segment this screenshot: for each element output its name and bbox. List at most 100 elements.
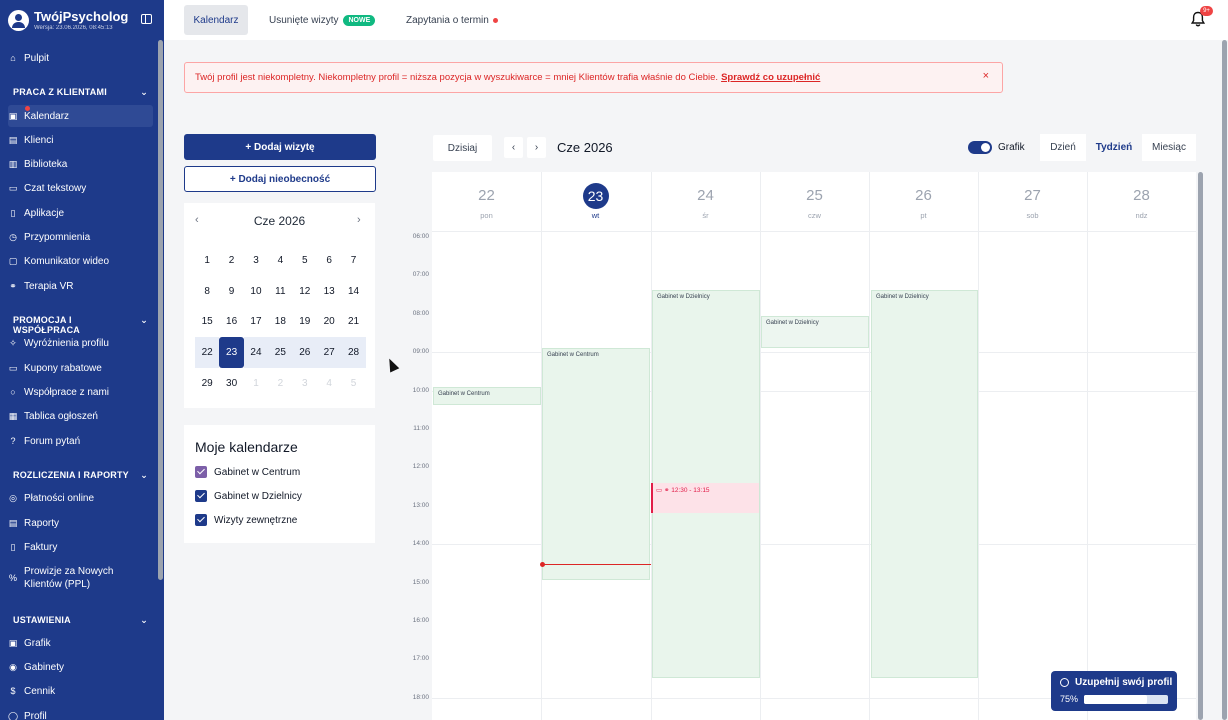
chevron-right-icon[interactable]: › bbox=[357, 214, 361, 226]
notification-dot bbox=[25, 106, 30, 111]
mini-calendar-day[interactable]: 20 bbox=[317, 306, 341, 337]
mini-calendar-day[interactable]: 16 bbox=[219, 306, 243, 337]
mini-calendar-day[interactable]: 4 bbox=[317, 368, 341, 399]
mini-calendar-day[interactable]: 6 bbox=[317, 245, 341, 276]
sidebar-item-label: Faktury bbox=[24, 541, 58, 553]
day-column-header[interactable]: 22 pon bbox=[432, 172, 541, 232]
checkbox-icon[interactable] bbox=[195, 466, 207, 478]
sidebar-item-klienci[interactable]: ▤ Klienci bbox=[8, 129, 153, 151]
mini-calendar-day[interactable]: 2 bbox=[268, 368, 292, 399]
mini-calendar-day[interactable]: 5 bbox=[293, 245, 317, 276]
sidebar-item-gabinety[interactable]: ◉ Gabinety bbox=[8, 656, 153, 678]
mini-calendar-day[interactable]: 23 bbox=[219, 337, 244, 368]
mini-calendar-day[interactable]: 24 bbox=[243, 337, 269, 368]
sidebar-item-prowizje[interactable]: % Prowizje za Nowych Klientów (PPL) bbox=[8, 563, 153, 593]
checkbox-icon[interactable] bbox=[195, 490, 207, 502]
checkbox-icon[interactable] bbox=[195, 514, 207, 526]
sidebar-item-cennik[interactable]: $ Cennik bbox=[8, 680, 153, 702]
section-rozliczenia[interactable]: ROZLICZENIA I RAPORTY ⌄ bbox=[13, 470, 148, 481]
mini-calendar-day[interactable]: 3 bbox=[293, 368, 317, 399]
mini-calendar-day[interactable]: 27 bbox=[316, 337, 342, 368]
alert-link[interactable]: Sprawdź co uzupełnić bbox=[721, 72, 820, 83]
mini-calendar-day[interactable]: 1 bbox=[195, 245, 219, 276]
close-icon[interactable]: × bbox=[983, 70, 989, 82]
mini-calendar-day[interactable]: 9 bbox=[219, 276, 243, 307]
availability-block[interactable]: Gabinet w Dzielnicy bbox=[871, 290, 978, 678]
mini-calendar-day[interactable]: 22 bbox=[195, 337, 220, 368]
mini-calendar-day[interactable]: 7 bbox=[341, 245, 365, 276]
sidebar-item-przypomnienia[interactable]: ◷ Przypomnienia bbox=[8, 226, 153, 248]
day-column-header[interactable]: 26 pt bbox=[869, 172, 978, 232]
view-week-button[interactable]: Tydzień bbox=[1086, 134, 1142, 161]
availability-block[interactable]: Gabinet w Centrum bbox=[433, 387, 541, 405]
mini-calendar-day[interactable]: 13 bbox=[317, 276, 341, 307]
calendar-scrollbar[interactable] bbox=[1198, 172, 1203, 720]
tab-usuniete-wizyty[interactable]: Usunięte wizyty NOWE bbox=[269, 5, 376, 35]
sidebar-item-vr[interactable]: ⚭ Terapia VR bbox=[8, 275, 153, 297]
mini-calendar-day[interactable]: 30 bbox=[219, 368, 243, 399]
sidebar-item-label: Kupony rabatowe bbox=[24, 362, 102, 374]
sidebar-item-faktury[interactable]: ▯ Faktury bbox=[8, 536, 153, 558]
mini-calendar-day[interactable]: 11 bbox=[268, 276, 292, 307]
sidebar-item-grafik[interactable]: ▣ Grafik bbox=[8, 632, 153, 654]
mini-calendar-day[interactable]: 17 bbox=[244, 306, 268, 337]
tab-kalendarz[interactable]: Kalendarz bbox=[184, 5, 248, 35]
complete-profile-widget[interactable]: Uzupełnij swój profil 75% bbox=[1051, 671, 1177, 711]
sidebar-item-aplikacje[interactable]: ▯ Aplikacje bbox=[8, 202, 153, 224]
mini-calendar-day[interactable]: 8 bbox=[195, 276, 219, 307]
mini-calendar-day[interactable]: 19 bbox=[293, 306, 317, 337]
grafik-toggle[interactable] bbox=[968, 141, 992, 154]
sidebar-item-forum[interactable]: ? Forum pytań bbox=[8, 430, 153, 452]
mini-calendar-day[interactable]: 1 bbox=[244, 368, 268, 399]
day-column-header[interactable]: 23 wt bbox=[541, 172, 650, 232]
mini-calendar-day[interactable]: 10 bbox=[244, 276, 268, 307]
mini-calendar-day[interactable]: 12 bbox=[293, 276, 317, 307]
section-praca[interactable]: PRACA Z KLIENTAMI ⌄ bbox=[13, 87, 148, 98]
today-button[interactable]: Dzisiaj bbox=[433, 135, 492, 161]
calendar-toggle-dzielnica[interactable]: Gabinet w Dzielnicy bbox=[195, 490, 302, 502]
sidebar-item-tablica[interactable]: ▦ Tablica ogłoszeń bbox=[8, 405, 153, 427]
chevron-right-icon[interactable]: › bbox=[527, 137, 546, 158]
sidebar-item-profil[interactable]: ◯ Profil bbox=[8, 705, 153, 720]
chevron-left-icon[interactable]: ‹ bbox=[504, 137, 523, 158]
page-scrollbar[interactable] bbox=[1222, 40, 1227, 720]
add-visit-button[interactable]: + Dodaj wizytę bbox=[184, 134, 376, 160]
tab-zapytania[interactable]: Zapytania o termin bbox=[406, 5, 498, 35]
availability-block[interactable]: Gabinet w Centrum bbox=[542, 348, 650, 580]
sidebar-collapse-icon[interactable] bbox=[141, 14, 152, 24]
sidebar-item-wyroznienia[interactable]: ✧ Wyróżnienia profilu bbox=[8, 332, 153, 354]
mini-calendar-day[interactable]: 21 bbox=[341, 306, 365, 337]
mini-calendar-day[interactable]: 3 bbox=[244, 245, 268, 276]
appointment-event[interactable]: ▭ ⚭ 12:30 - 13:15 bbox=[651, 483, 759, 513]
availability-block[interactable]: Gabinet w Dzielnicy bbox=[761, 316, 869, 348]
mini-calendar-day[interactable]: 5 bbox=[341, 368, 365, 399]
view-month-button[interactable]: Miesiąc bbox=[1142, 134, 1196, 161]
sidebar-item-raporty[interactable]: ▤ Raporty bbox=[8, 512, 153, 534]
mini-calendar-day[interactable]: 25 bbox=[268, 337, 293, 368]
sidebar-item-komunikator[interactable]: ▢ Komunikator wideo bbox=[8, 250, 153, 272]
sidebar-item-pulpit[interactable]: ⌂ Pulpit bbox=[8, 47, 153, 69]
mini-calendar-day[interactable]: 28 bbox=[341, 337, 366, 368]
mini-calendar-day[interactable]: 26 bbox=[292, 337, 317, 368]
mini-calendar-day[interactable]: 29 bbox=[195, 368, 219, 399]
sidebar-scrollbar[interactable] bbox=[158, 40, 163, 580]
calendar-toggle-centrum[interactable]: Gabinet w Centrum bbox=[195, 466, 300, 478]
day-column-header[interactable]: 27 sob bbox=[978, 172, 1087, 232]
sidebar-item-platnosci[interactable]: ◎ Płatności online bbox=[8, 487, 153, 509]
sidebar-item-czat[interactable]: ▭ Czat tekstowy bbox=[8, 177, 153, 199]
section-ustawienia[interactable]: USTAWIENIA ⌄ bbox=[13, 615, 148, 626]
sidebar-item-biblioteka[interactable]: ▥ Biblioteka bbox=[8, 153, 153, 175]
sidebar-item-wspolprace[interactable]: ○ Współprace z nami bbox=[8, 381, 153, 403]
day-column-header[interactable]: 25 czw bbox=[760, 172, 869, 232]
calendar-toggle-zewnetrzne[interactable]: Wizyty zewnętrzne bbox=[195, 514, 297, 526]
mini-calendar-day[interactable]: 18 bbox=[268, 306, 292, 337]
view-day-button[interactable]: Dzień bbox=[1040, 134, 1086, 161]
mini-calendar-day[interactable]: 14 bbox=[341, 276, 365, 307]
mini-calendar-day[interactable]: 4 bbox=[268, 245, 292, 276]
sidebar-item-kupony[interactable]: ▭ Kupony rabatowe bbox=[8, 357, 153, 379]
add-absence-button[interactable]: + Dodaj nieobecność bbox=[184, 166, 376, 192]
day-column-header[interactable]: 28 ndz bbox=[1087, 172, 1196, 232]
mini-calendar-day[interactable]: 2 bbox=[219, 245, 243, 276]
mini-calendar-day[interactable]: 15 bbox=[195, 306, 219, 337]
day-column-header[interactable]: 24 śr bbox=[651, 172, 760, 232]
